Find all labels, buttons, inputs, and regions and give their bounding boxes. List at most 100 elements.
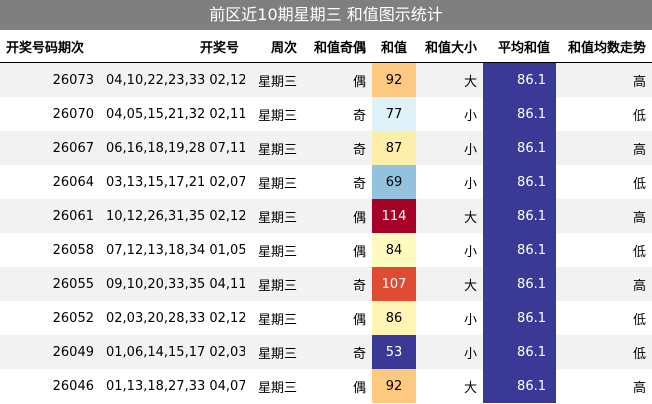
trend-cell: 高	[556, 369, 652, 403]
size-cell: 小	[416, 233, 483, 267]
parity-cell: 偶	[303, 369, 372, 403]
parity-cell: 偶	[303, 301, 372, 335]
size-cell: 小	[416, 97, 483, 131]
sum-cell: 107	[372, 267, 416, 301]
issue-cell: 26064	[0, 165, 100, 199]
table-row[interactable]: 26073 04,10,22,23,33 02,12 星期三偶 92 大 86.1 高	[0, 62, 652, 97]
issue-cell: 26061	[0, 199, 100, 233]
trend-cell: 低	[556, 233, 652, 267]
size-cell: 小	[416, 131, 483, 165]
weekday-cell: 星期三	[245, 97, 303, 131]
header-size[interactable]: 和值大小	[416, 30, 483, 63]
table-row[interactable]: 26055 09,10,20,33,35 04,11 星期三奇 107 大 86.1 高	[0, 267, 652, 301]
weekday-cell: 星期三	[245, 165, 303, 199]
avg-cell: 86.1	[483, 301, 556, 335]
size-cell: 小	[416, 335, 483, 369]
trend-cell: 低	[556, 335, 652, 369]
size-cell: 大	[416, 267, 483, 301]
header-sum[interactable]: 和值	[372, 30, 416, 63]
parity-cell: 奇	[303, 97, 372, 131]
issue-cell: 26067	[0, 131, 100, 165]
table-row[interactable]: 26058 07,12,13,18,34 01,05 星期三偶 84 小 86.1 低	[0, 233, 652, 267]
parity-cell: 奇	[303, 267, 372, 301]
table-row[interactable]: 26070 04,05,15,21,32 02,11 星期三奇 77 小 86.1 低	[0, 97, 652, 131]
numbers-cell: 06,16,18,19,28 07,11	[100, 131, 245, 165]
weekday-cell: 星期三	[245, 199, 303, 233]
avg-cell: 86.1	[483, 199, 556, 233]
table-row[interactable]: 26067 06,16,18,19,28 07,11 星期三奇 87 小 86.1 高	[0, 131, 652, 165]
issue-cell: 26055	[0, 267, 100, 301]
numbers-cell: 04,10,22,23,33 02,12	[100, 62, 245, 97]
trend-cell: 低	[556, 301, 652, 335]
size-cell: 大	[416, 62, 483, 97]
avg-cell: 86.1	[483, 335, 556, 369]
weekday-cell: 星期三	[245, 233, 303, 267]
avg-cell: 86.1	[483, 165, 556, 199]
avg-cell: 86.1	[483, 131, 556, 165]
sum-cell: 92	[372, 62, 416, 97]
stats-table: 开奖号码期次 开奖号 周次 和值奇偶 和值 和值大小 平均和值 和值均数走势 2…	[0, 30, 652, 403]
size-cell: 大	[416, 199, 483, 233]
avg-cell: 86.1	[483, 62, 556, 97]
header-weekday[interactable]: 周次	[245, 30, 303, 63]
header-trend[interactable]: 和值均数走势	[556, 30, 652, 63]
sum-cell: 86	[372, 301, 416, 335]
numbers-cell: 02,03,20,28,33 02,12	[100, 301, 245, 335]
numbers-cell: 01,06,14,15,17 02,03	[100, 335, 245, 369]
weekday-cell: 星期三	[245, 335, 303, 369]
trend-cell: 高	[556, 199, 652, 233]
sum-cell: 77	[372, 97, 416, 131]
numbers-cell: 03,13,15,17,21 02,07	[100, 165, 245, 199]
size-cell: 小	[416, 301, 483, 335]
header-parity[interactable]: 和值奇偶	[303, 30, 372, 63]
numbers-cell: 01,13,18,27,33 04,07	[100, 369, 245, 403]
numbers-cell: 09,10,20,33,35 04,11	[100, 267, 245, 301]
sum-cell: 84	[372, 233, 416, 267]
parity-cell: 奇	[303, 165, 372, 199]
parity-cell: 偶	[303, 199, 372, 233]
sum-cell: 114	[372, 199, 416, 233]
issue-cell: 26052	[0, 301, 100, 335]
table-body: 26073 04,10,22,23,33 02,12 星期三偶 92 大 86.1 高 260…	[0, 62, 652, 403]
weekday-cell: 星期三	[245, 131, 303, 165]
trend-cell: 高	[556, 62, 652, 97]
parity-cell: 偶	[303, 62, 372, 97]
issue-cell: 26058	[0, 233, 100, 267]
header-row: 开奖号码期次 开奖号 周次 和值奇偶 和值 和值大小 平均和值 和值均数走势	[0, 30, 652, 63]
issue-cell: 26046	[0, 369, 100, 403]
table-row[interactable]: 26046 01,13,18,27,33 04,07 星期三偶 92 大 86.1 高	[0, 369, 652, 403]
trend-cell: 高	[556, 267, 652, 301]
sum-cell: 53	[372, 335, 416, 369]
weekday-cell: 星期三	[245, 369, 303, 403]
parity-cell: 偶	[303, 233, 372, 267]
parity-cell: 奇	[303, 335, 372, 369]
weekday-cell: 星期三	[245, 62, 303, 97]
sum-cell: 87	[372, 131, 416, 165]
header-issue[interactable]: 开奖号码期次	[0, 30, 100, 63]
size-cell: 小	[416, 165, 483, 199]
numbers-cell: 07,12,13,18,34 01,05	[100, 233, 245, 267]
trend-cell: 低	[556, 97, 652, 131]
issue-cell: 26070	[0, 97, 100, 131]
header-avg[interactable]: 平均和值	[483, 30, 556, 63]
avg-cell: 86.1	[483, 97, 556, 131]
numbers-cell: 10,12,26,31,35 02,12	[100, 199, 245, 233]
weekday-cell: 星期三	[245, 301, 303, 335]
table-row[interactable]: 26049 01,06,14,15,17 02,03 星期三奇 53 小 86.1 低	[0, 335, 652, 369]
table-row[interactable]: 26064 03,13,15,17,21 02,07 星期三奇 69 小 86.1 低	[0, 165, 652, 199]
table-row[interactable]: 26061 10,12,26,31,35 02,12 星期三偶 114 大 86.1 高	[0, 199, 652, 233]
avg-cell: 86.1	[483, 233, 556, 267]
sum-cell: 69	[372, 165, 416, 199]
weekday-cell: 星期三	[245, 267, 303, 301]
issue-cell: 26049	[0, 335, 100, 369]
avg-cell: 86.1	[483, 369, 556, 403]
header-numbers[interactable]: 开奖号	[100, 30, 245, 63]
issue-cell: 26073	[0, 62, 100, 97]
trend-cell: 低	[556, 165, 652, 199]
sum-cell: 92	[372, 369, 416, 403]
avg-cell: 86.1	[483, 267, 556, 301]
table-row[interactable]: 26052 02,03,20,28,33 02,12 星期三偶 86 小 86.1 低	[0, 301, 652, 335]
numbers-cell: 04,05,15,21,32 02,11	[100, 97, 245, 131]
size-cell: 大	[416, 369, 483, 403]
trend-cell: 高	[556, 131, 652, 165]
